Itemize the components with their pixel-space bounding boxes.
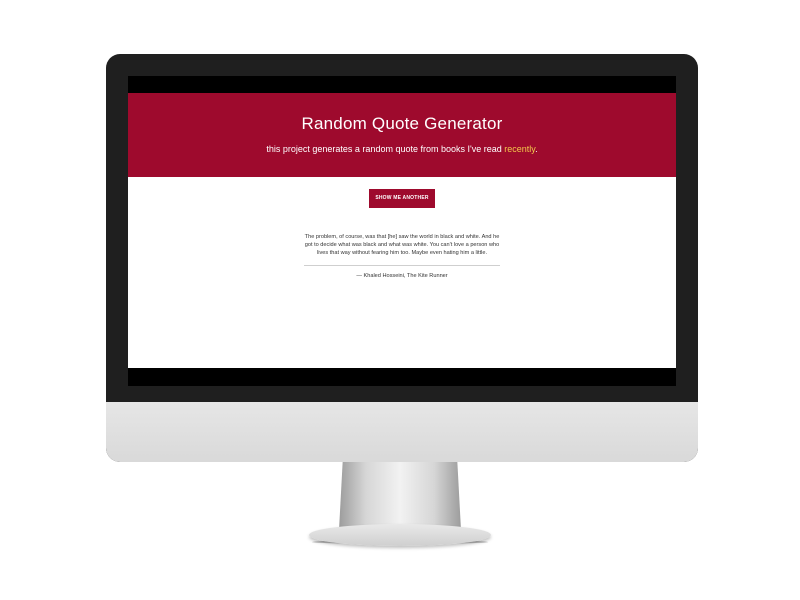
quote-divider (304, 265, 500, 266)
monitor-chin (106, 402, 698, 462)
monitor-stand-base (309, 524, 491, 546)
page-title: Random Quote Generator (301, 114, 503, 133)
monitor-screen: Random Quote Generator this project gene… (128, 76, 676, 386)
button-container: SHOW ME ANOTHER (128, 186, 676, 208)
subtitle-period: . (535, 144, 538, 154)
quote-attribution: — Khaled Hosseini, The Kite Runner (356, 273, 448, 279)
subtitle-text: this project generates a random quote fr… (266, 144, 505, 154)
show-another-button[interactable]: SHOW ME ANOTHER (369, 189, 435, 208)
page-subtitle: this project generates a random quote fr… (128, 143, 676, 155)
quote-app: Random Quote Generator this project gene… (128, 93, 676, 368)
monitor-bezel: Random Quote Generator this project gene… (106, 54, 698, 462)
quote-text: The problem, of course, was that [he] sa… (304, 234, 500, 256)
recently-link[interactable]: recently (504, 144, 535, 154)
monitor-stand-neck (339, 462, 461, 530)
monitor-mockup: Random Quote Generator this project gene… (0, 0, 800, 600)
app-header: Random Quote Generator this project gene… (128, 93, 676, 177)
